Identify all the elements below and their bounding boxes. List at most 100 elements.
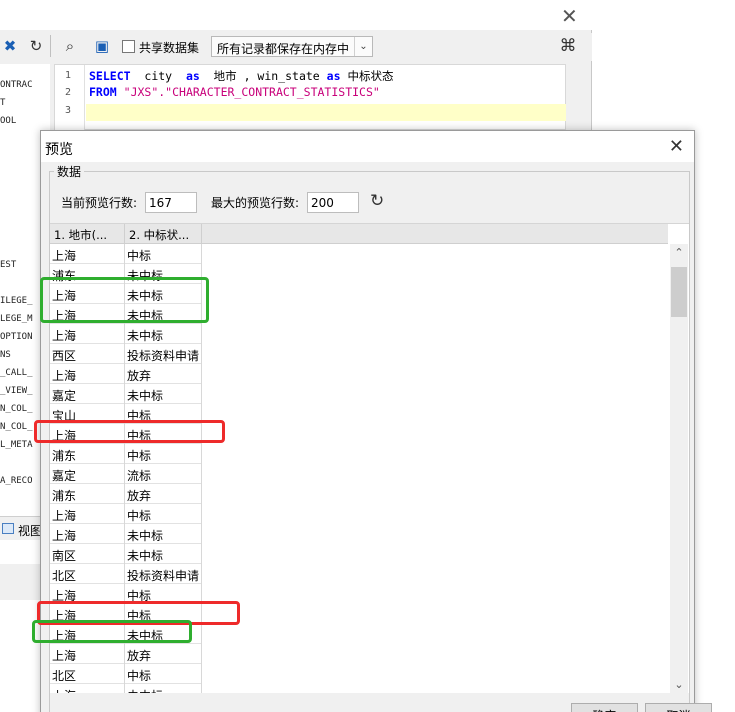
- city-cell[interactable]: 浦东: [50, 484, 125, 504]
- ok-button[interactable]: 确定: [571, 703, 638, 712]
- sql-text: 中标状态: [340, 69, 394, 83]
- city-cell[interactable]: 北区: [50, 564, 125, 584]
- refresh-icon[interactable]: ↻: [26, 36, 46, 56]
- sql-line-2: FROM "JXS"."CHARACTER_CONTRACT_STATISTIC…: [89, 85, 380, 99]
- sql-editor[interactable]: 1 2 3 SELECT city as 地市 , win_state as 中…: [54, 64, 566, 131]
- max-rows-field[interactable]: 200: [307, 192, 359, 213]
- table-row[interactable]: 上海 放弃: [50, 364, 202, 384]
- city-cell[interactable]: 南区: [50, 544, 125, 564]
- table-row[interactable]: 浦东 中标: [50, 444, 202, 464]
- column-header-win-state[interactable]: 2. 中标状...: [125, 224, 202, 244]
- tree-item[interactable]: OPTION: [0, 332, 33, 342]
- scrollbar-thumb[interactable]: [671, 267, 687, 317]
- tree-item[interactable]: LEGE_M: [0, 314, 33, 324]
- city-cell[interactable]: 上海: [50, 364, 125, 384]
- tree-item[interactable]: ONTRAC: [0, 80, 33, 90]
- win-state-cell[interactable]: 未中标: [125, 544, 202, 564]
- win-state-cell[interactable]: 投标资料申请: [125, 564, 202, 584]
- refresh-icon[interactable]: ↻: [370, 191, 384, 211]
- win-state-cell[interactable]: 未中标: [125, 684, 202, 693]
- memory-mode-select[interactable]: 所有记录都保存在内存中 ⌄: [211, 36, 373, 57]
- cancel-button[interactable]: 取消: [645, 703, 712, 712]
- table-row[interactable]: 浦东 放弃: [50, 484, 202, 504]
- scroll-up-icon[interactable]: ⌃: [670, 244, 688, 262]
- win-state-cell[interactable]: 放弃: [125, 644, 202, 664]
- win-state-cell[interactable]: 中标: [125, 504, 202, 524]
- table-row[interactable]: 上海未中标: [50, 684, 202, 693]
- scroll-down-icon[interactable]: ⌄: [670, 676, 688, 693]
- win-state-cell[interactable]: 未中标: [125, 324, 202, 344]
- tree-item[interactable]: _VIEW_: [0, 386, 33, 396]
- table-row[interactable]: 嘉定 流标: [50, 464, 202, 484]
- city-cell[interactable]: 浦东: [50, 444, 125, 464]
- tools-icon[interactable]: ✖: [0, 36, 20, 56]
- sql-keyword: FROM: [89, 85, 117, 99]
- share-dataset-checkbox[interactable]: [122, 40, 135, 53]
- city-cell[interactable]: 西区: [50, 344, 125, 364]
- tree-item[interactable]: EST: [0, 260, 16, 270]
- preview-search-icon[interactable]: ⌕: [60, 36, 80, 56]
- line-number: 2: [65, 87, 72, 98]
- table-row[interactable]: 上海 中标: [50, 504, 202, 524]
- tree-item[interactable]: _CALL_: [0, 368, 33, 378]
- win-state-cell[interactable]: 未中标: [125, 384, 202, 404]
- current-line-highlight: [86, 104, 566, 121]
- city-cell[interactable]: 北区: [50, 664, 125, 684]
- close-icon[interactable]: ✕: [669, 136, 684, 157]
- table-row[interactable]: 上海 中标: [50, 244, 202, 264]
- table-row[interactable]: 上海 放弃: [50, 644, 202, 664]
- win-state-cell[interactable]: 中标: [125, 244, 202, 264]
- sql-keyword: as: [185, 69, 200, 83]
- win-state-cell[interactable]: 中标: [125, 444, 202, 464]
- win-state-cell[interactable]: 流标: [125, 464, 202, 484]
- tree-item[interactable]: NS: [0, 350, 11, 360]
- city-cell[interactable]: 上海: [50, 324, 125, 344]
- column-header-city[interactable]: 1. 地市(...: [50, 224, 125, 244]
- vertical-scrollbar[interactable]: ⌃ ⌄: [670, 244, 688, 693]
- dialog-titlebar: 预览 ✕: [41, 131, 694, 162]
- table-row[interactable]: 北区 中标: [50, 664, 202, 684]
- tree-item[interactable]: L_META: [0, 440, 33, 450]
- table-row[interactable]: 上海未中标: [50, 524, 202, 544]
- city-cell[interactable]: 嘉定: [50, 464, 125, 484]
- tree-item[interactable]: A_RECO: [0, 476, 33, 486]
- sql-keyword: as: [326, 69, 341, 83]
- view-icon: [2, 523, 14, 534]
- sql-text: 地市 , win_state: [199, 69, 327, 83]
- sql-text: city: [130, 69, 186, 83]
- city-cell[interactable]: 嘉定: [50, 384, 125, 404]
- win-state-cell[interactable]: 未中标: [125, 524, 202, 544]
- sql-line-1: SELECT city as 地市 , win_state as 中标状态: [89, 68, 393, 84]
- win-state-cell[interactable]: 中标: [125, 664, 202, 684]
- table-row[interactable]: 上海未中标: [50, 324, 202, 344]
- green-highlight-box: [32, 620, 192, 643]
- sql-keyword: SELECT: [89, 69, 131, 83]
- city-cell[interactable]: 上海: [50, 504, 125, 524]
- current-rows-field[interactable]: 167: [145, 192, 197, 213]
- table-row[interactable]: 嘉定 未中标: [50, 384, 202, 404]
- win-state-cell[interactable]: 投标资料申请: [125, 344, 202, 364]
- close-icon[interactable]: ✕: [561, 4, 578, 28]
- editor-toolbar: ✖ ↻ ⌕ ▣ 共享数据集 所有记录都保存在内存中 ⌄ ⌘: [0, 33, 592, 61]
- tree-item[interactable]: N_COL_: [0, 404, 33, 414]
- win-state-cell[interactable]: 放弃: [125, 484, 202, 504]
- current-rows-label: 当前预览行数:: [61, 196, 138, 210]
- main-titlebar: ✕: [0, 0, 592, 30]
- win-state-cell[interactable]: 放弃: [125, 364, 202, 384]
- city-cell[interactable]: 上海: [50, 644, 125, 664]
- table-row[interactable]: 西区 投标资料申请: [50, 344, 202, 364]
- share-dataset-label: 共享数据集: [139, 41, 200, 55]
- chevron-down-icon[interactable]: ⌄: [354, 37, 372, 56]
- tree-item[interactable]: OOL: [0, 116, 16, 126]
- table-row[interactable]: 北区 投标资料申请: [50, 564, 202, 584]
- tree-item[interactable]: ILEGE_: [0, 296, 33, 306]
- city-cell[interactable]: 上海: [50, 524, 125, 544]
- table-row[interactable]: 南区 未中标: [50, 544, 202, 564]
- save-icon[interactable]: ▣: [92, 36, 112, 56]
- grid-options-icon[interactable]: ⌘: [558, 36, 578, 56]
- tree-item[interactable]: T: [0, 98, 5, 108]
- tree-item[interactable]: N_COL_: [0, 422, 33, 432]
- city-cell[interactable]: 上海: [50, 684, 125, 693]
- city-cell[interactable]: 上海: [50, 244, 125, 264]
